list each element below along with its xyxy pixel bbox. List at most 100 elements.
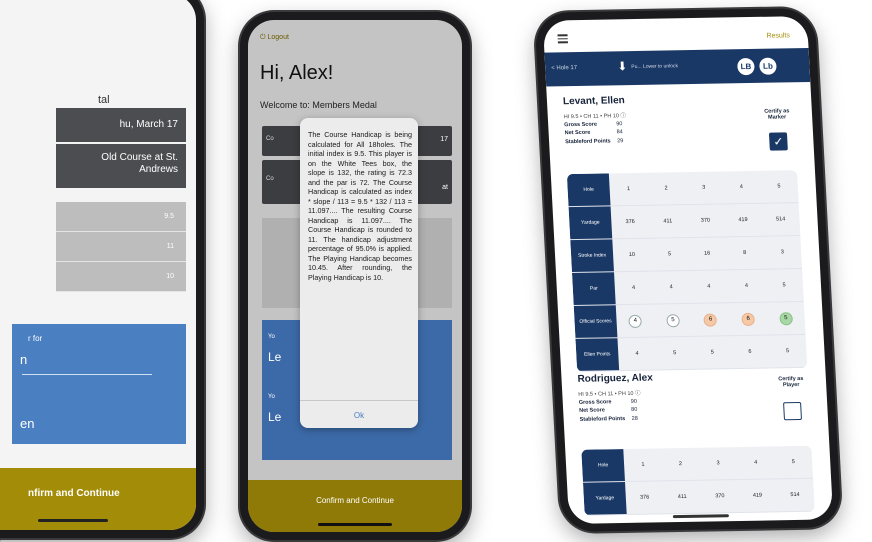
scorecard-row: Official Scores 4 5 6 6 5 [573,301,806,339]
date-card-fragment: 17 [440,136,448,143]
scorecard-row: Ellen Points 4 5 5 6 5 [575,334,808,372]
marker-value-2: en [20,416,35,431]
playing-handicap-row: 10 [56,262,186,292]
score-entry[interactable]: 5 [778,311,793,325]
player-circle-1[interactable]: LB [736,57,755,76]
stableford-label: Stableford Points [564,137,611,145]
score-entry[interactable]: 6 [741,312,756,326]
stableford-value: 28 [631,415,638,422]
score-entry[interactable]: 6 [703,312,718,327]
scorecard-cell: 411 [677,493,687,501]
stableford-label: Stableford Points [579,415,626,423]
scorecard-row-header: Par [571,272,616,305]
scorecard-cell[interactable]: 6 [691,303,730,336]
phone-right: Results < Hole 17 ⬇ Pu... Lower to unloc… [534,7,842,533]
previous-hole-link[interactable]: < Hole 17 [551,65,577,71]
handicap-index-row: 9.5 [56,202,186,232]
scorecard-cell: 4 [707,283,711,290]
marker-value: n [20,352,28,367]
stableford-value: 29 [616,137,624,144]
dialog-ok-button[interactable]: Ok [300,400,418,428]
scorecard-cell: 3 [780,249,785,256]
home-indicator [672,514,729,519]
scorecard-player-1: Hole 1 2 3 4 5 Yardage 376 411 370 419 514 Stroke In… [566,170,808,372]
scorecard-cell: 5 [785,348,790,355]
course-handicap-row: 11 [56,232,186,262]
marker-label: r for [28,334,43,343]
scorecard-row-header: Yardage [582,482,627,515]
scorecard-cell: 5 [710,349,715,356]
scorecard-cell: 6 [748,348,752,355]
info-icon[interactable]: ⓘ [635,391,641,397]
info-icon[interactable]: ⓘ [620,113,626,119]
player-name: Levant, Ellen [562,95,626,108]
certify-marker-checkbox[interactable]: ✓ [768,132,788,151]
scorecard-cell: 5 [782,282,786,289]
handicap-summary: HI 9.5 • CH 11 • PH 10 [563,113,620,121]
scorecard-cell: 2 [664,185,668,192]
scorecard-cell: 1 [626,186,631,193]
marker-fragment-4: Le [268,410,282,424]
scorecard-cell: 5 [673,350,677,357]
score-entry[interactable]: 5 [666,313,680,327]
player-handicap-line: HI 9.5 • CH 11 • PH 10 ⓘ [563,111,626,121]
scorecard-cell: 419 [738,216,748,224]
scorecard-cell: 10 [628,251,636,259]
player-stats: Gross Score 90 Net Score 84 Stableford Poi… [564,120,623,146]
handicap-card: 9.5 11 10 [56,202,186,292]
greeting: Hi, Alex! [260,62,334,84]
certify-player-label: Certify as Player [778,375,804,389]
home-indicator [318,523,392,526]
scorecard-cell: 1 [641,461,645,468]
scorecard-cell: 370 [700,217,711,224]
gross-value: 90 [630,398,638,405]
marker-card[interactable]: r for n en [12,324,186,444]
scorecard-cell: 376 [639,494,650,501]
date-card: hu, March 17 [56,108,186,142]
course-text: Old Course at St. Andrews [101,152,178,175]
course-card-fragment-left: Co [266,176,274,182]
player-stats: Gross Score 90 Net Score 80 Stableford Poi… [579,398,638,424]
score-entry[interactable]: 4 [628,314,643,328]
phone-right-screen: Results < Hole 17 ⬇ Pu... Lower to unloc… [542,16,834,524]
phone-left-screen: tal hu, March 17 Old Course at St. Andre… [0,0,196,530]
course-card-fragment: at [442,184,448,191]
logout-link[interactable]: ⏻ Logout [260,34,289,42]
confirm-label-left: nfirm and Continue [28,488,120,499]
scorecard-cell[interactable]: 5 [653,304,692,337]
scorecard-cell: 3 [716,460,720,467]
scorecard-cell: 3 [702,184,706,191]
scorecard-row: Stroke Index 10 5 16 8 3 [570,236,803,274]
handicap-summary: HI 9.5 • CH 11 • PH 10 [578,390,634,398]
arrow-down-icon: ⬇ [616,59,628,74]
certify-player-checkbox[interactable] [783,401,803,421]
scorecard-row: Yardage 376 411 370 419 514 [568,203,801,241]
scorecard-cell: 16 [703,250,711,257]
scorecard-cell: 376 [625,218,635,226]
scorecard-row: Hole 1 2 3 4 5 [581,445,814,483]
scorecard-row-header: Yardage [568,206,613,240]
scorecard-row-header: Hole [566,173,611,207]
marker-fragment-3: Yo [268,394,275,400]
scorecard-cell: 4 [631,284,636,291]
date-card-fragment-left: Co [266,136,274,142]
welcome-text: Welcome to: Members Medal [260,100,377,110]
marker-divider [22,374,152,375]
menu-icon[interactable] [557,34,568,45]
scorecard-cell[interactable]: 5 [766,302,805,335]
handicap-dialog: The Course Handicap is being calculated … [300,118,418,428]
player-circle-2[interactable]: Lb [758,57,777,75]
net-value: 80 [631,407,638,414]
date-text: hu, March 17 [119,119,178,130]
scorecard-cell[interactable]: 4 [616,305,655,338]
scorecard-cell: 5 [777,183,781,190]
net-value: 84 [616,129,623,136]
scorecard-cell: 514 [790,491,800,499]
scorecard-row: Hole 1 2 3 4 5 [566,170,799,208]
phone-left: tal hu, March 17 Old Course at St. Andre… [0,0,204,538]
scorecard-cell: 4 [739,184,744,191]
marker-fragment-1: Yo [268,334,275,340]
scorecard-cell[interactable]: 6 [729,303,768,336]
results-link[interactable]: Results [766,32,790,39]
scorecard-row-header: Stroke Index [570,239,614,273]
